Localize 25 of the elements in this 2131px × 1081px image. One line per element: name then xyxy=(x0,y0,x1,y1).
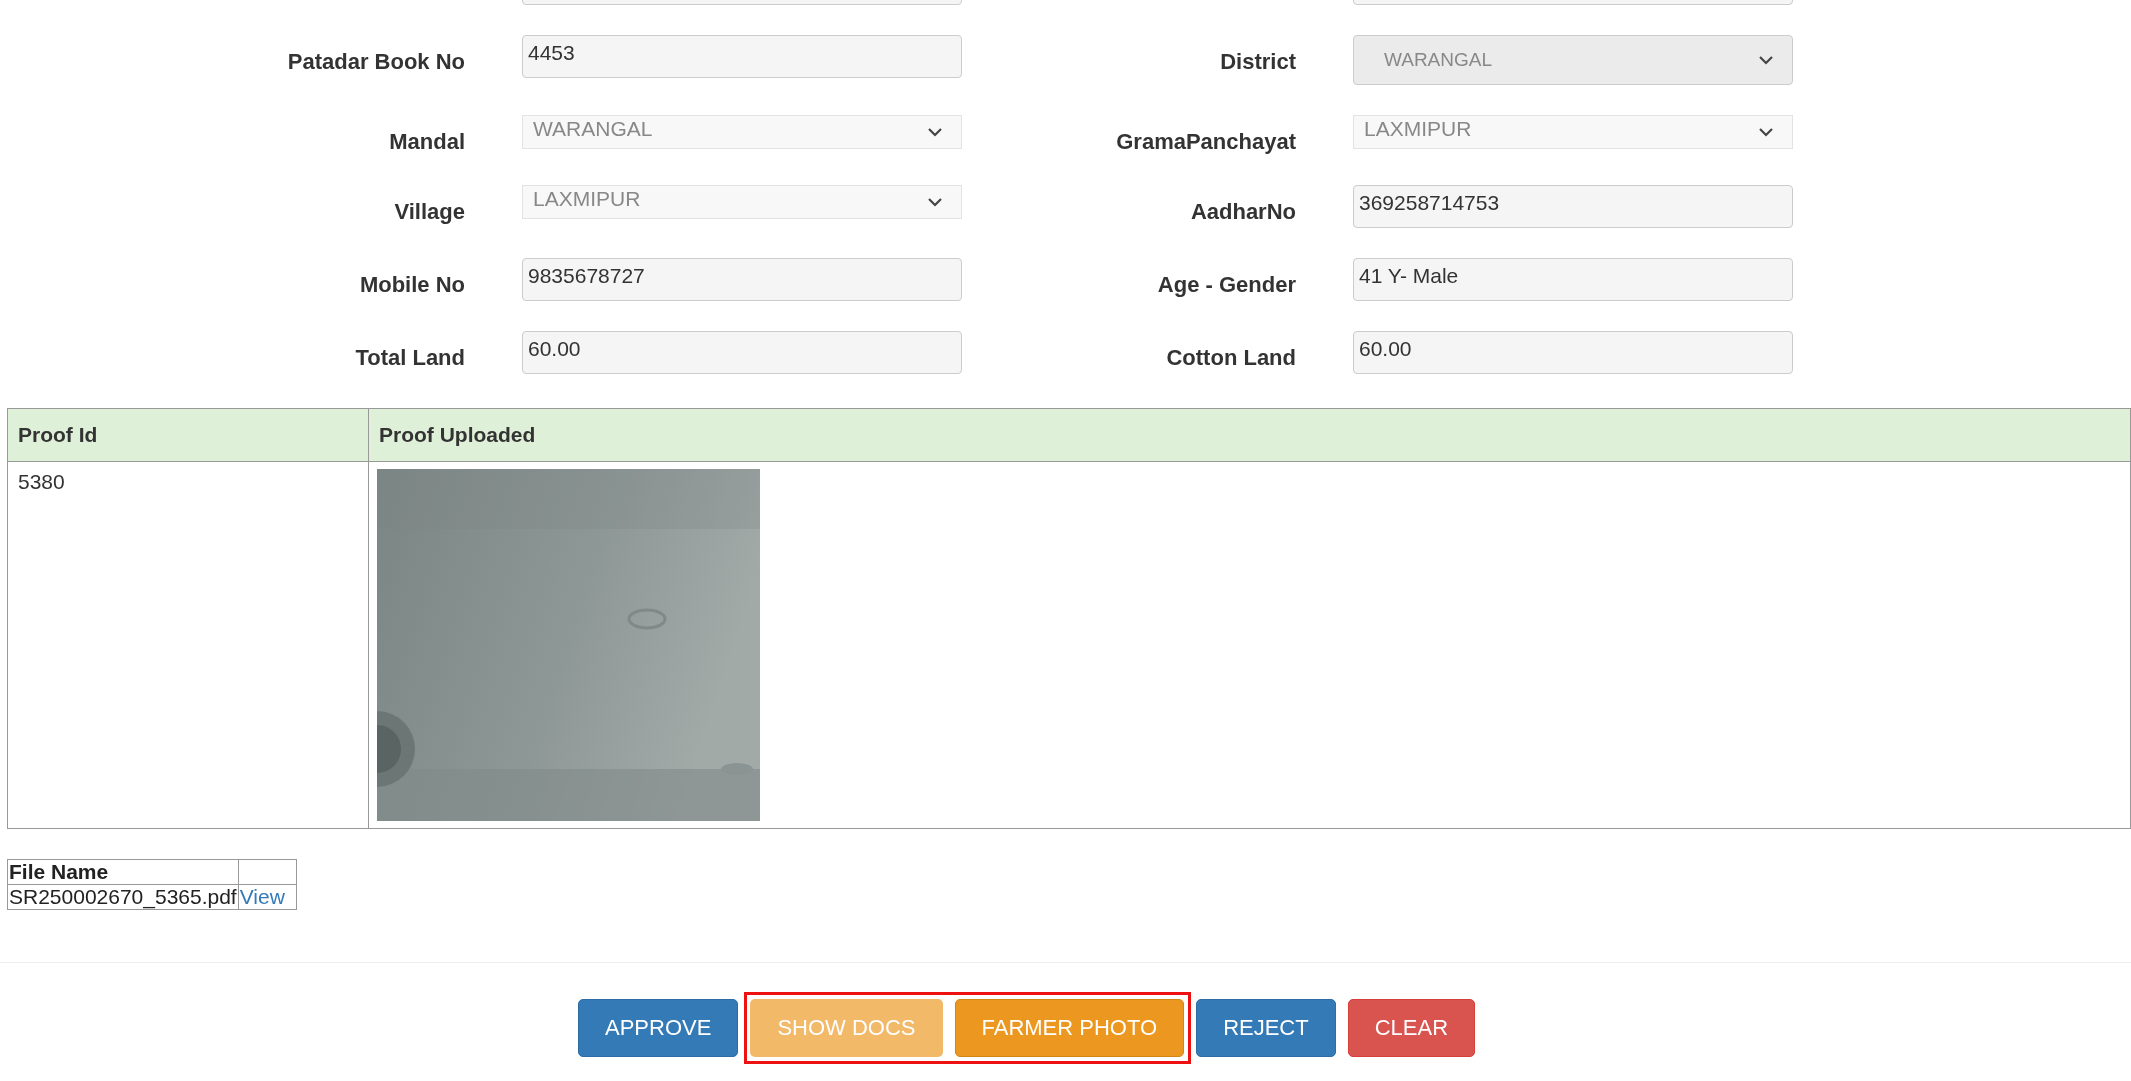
field-label: Total Land xyxy=(354,344,465,371)
column-header: Proof Id xyxy=(7,408,369,462)
field-label: Mandal xyxy=(388,128,465,155)
action-button[interactable]: REJECT xyxy=(1196,999,1336,1057)
action-button[interactable]: APPROVE xyxy=(578,999,739,1057)
action-button[interactable]: FARMER PHOTO xyxy=(954,999,1185,1057)
field-label: AadharNo xyxy=(1189,198,1296,225)
field-label: GramaPanchayat xyxy=(1115,128,1296,155)
column-header: Proof Uploaded xyxy=(368,408,2131,462)
field-label: Age - Gender xyxy=(1156,271,1296,298)
input-field[interactable]: 9835678727 xyxy=(522,258,962,301)
action-button[interactable]: CLEAR xyxy=(1347,999,1476,1057)
field-label: District xyxy=(1219,48,1296,75)
input-field[interactable]: 4453 xyxy=(522,35,962,78)
input-field[interactable]: 41 Y- Male xyxy=(1353,258,1793,301)
table-cell: 5380 xyxy=(7,461,369,829)
input-field[interactable]: 60.00 xyxy=(1353,331,1793,374)
column-header: File Name xyxy=(7,859,239,885)
field-label: Mobile No xyxy=(358,271,465,298)
table-cell: SR250002670_5365.pdf xyxy=(7,884,239,910)
input-field[interactable]: 60.00 xyxy=(522,331,962,374)
input-field[interactable]: 369258714753 xyxy=(1353,185,1793,228)
field-label: Village xyxy=(393,198,465,225)
field-label: Patadar Book No xyxy=(286,48,465,75)
field-label: Cotton Land xyxy=(1165,344,1296,371)
